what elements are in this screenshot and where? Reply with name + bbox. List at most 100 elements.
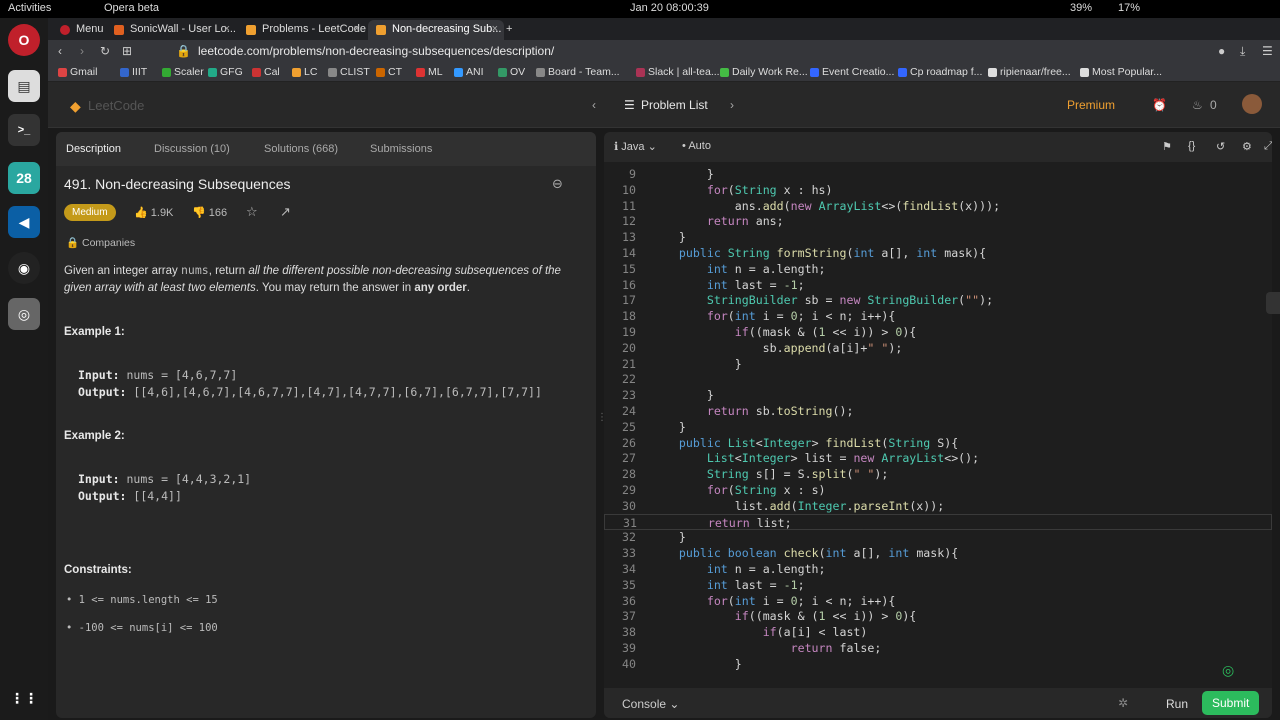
avatar[interactable] [1242,94,1262,114]
bookmark-item[interactable]: Board - Team... [536,66,620,78]
tab-non-decreasing[interactable]: Non-decreasing Sub... × [368,20,504,40]
code-line[interactable]: 20 sb.append(a[i]+" "); [604,340,1272,356]
code-line[interactable]: 19 if((mask & (1 << i)) > 0){ [604,324,1272,340]
expand-icon[interactable]: ⤢ [1264,140,1272,153]
bookmark-item[interactable]: OV [498,66,525,78]
share-icon[interactable]: ↗ [280,204,291,220]
code-line[interactable]: 40 } [604,656,1272,672]
vscode-icon[interactable]: ◀ [8,206,40,238]
code-line[interactable]: 15 int n = a.length; [604,261,1272,277]
tab-submissions[interactable]: Submissions [370,143,432,155]
bookmark-item[interactable]: LC [292,66,317,78]
language-select[interactable]: ℹ Java ⌄ [614,140,657,153]
code-line[interactable]: 9 } [604,166,1272,182]
code-line[interactable]: 10 for(String x : hs) [604,182,1272,198]
bookmark-item[interactable]: ANI [454,66,484,78]
code-line[interactable]: 33 public boolean check(int a[], int mas… [604,545,1272,561]
code-line[interactable]: 35 int last = -1; [604,577,1272,593]
activities-button[interactable]: Activities [8,2,51,14]
tab-sonicwall[interactable]: SonicWall - User Lo... × [106,20,236,40]
close-icon[interactable]: × [354,23,360,35]
code-line[interactable]: 22 [604,371,1272,387]
list-icon[interactable]: ☰ [624,98,635,112]
code-line[interactable]: 28 String s[] = S.split(" "); [604,466,1272,482]
code-line[interactable]: 26 public List<Integer> findList(String … [604,435,1272,451]
code-line[interactable]: 23 } [604,387,1272,403]
code-line[interactable]: 30 list.add(Integer.parseInt(x)); [604,498,1272,514]
code-line[interactable]: 32 } [604,529,1272,545]
bookmark-item[interactable]: Gmail [58,66,97,78]
tab-problems[interactable]: Problems - LeetCode × [238,20,366,40]
chat-icon[interactable]: ◎ [1222,662,1234,679]
back-icon[interactable]: ‹ [58,44,62,58]
obs-icon[interactable]: ◉ [8,252,40,284]
bookmark-item[interactable]: GFG [208,66,243,78]
tab-menu[interactable]: Menu [52,20,104,40]
console-toggle[interactable]: Console ⌄ [622,697,679,711]
premium-link[interactable]: Premium [1067,98,1115,112]
grid-icon[interactable]: ⊞ [122,44,132,58]
menu-icon[interactable]: ☰ [1262,44,1273,58]
close-icon[interactable]: × [224,23,230,35]
url-input[interactable]: leetcode.com/problems/non-decreasing-sub… [198,44,554,58]
bookmark-item[interactable]: IIIT [120,66,147,78]
fire-icon[interactable]: ♨ [1192,98,1203,112]
files-icon[interactable]: ▤ [8,70,40,102]
code-line[interactable]: 16 int last = -1; [604,277,1272,293]
bookmark-item[interactable]: ML [416,66,443,78]
mode-select[interactable]: • Auto [682,140,711,152]
close-icon[interactable]: × [492,23,498,35]
code-line[interactable]: 24 return sb.toString(); [604,403,1272,419]
bookmark-item[interactable]: Cp roadmap f... [898,66,982,78]
calendar-icon[interactable]: 28 [8,162,40,194]
bookmark-item[interactable]: Slack | all-tea... [636,66,720,78]
code-line[interactable]: 14 public String formString(int a[], int… [604,245,1272,261]
bookmark-item[interactable]: ripienaar/free... [988,66,1071,78]
star-icon[interactable]: ☆ [246,204,258,220]
timer-icon[interactable]: ⏰ [1152,98,1167,112]
code-line[interactable]: 27 List<Integer> list = new ArrayList<>(… [604,450,1272,466]
reset-icon[interactable]: ↺ [1216,140,1225,153]
code-line[interactable]: 13 } [604,229,1272,245]
leetcode-logo-icon[interactable]: ◆ [70,98,81,115]
code-line[interactable]: 25 } [604,419,1272,435]
account-icon[interactable]: ● [1218,44,1225,58]
tab-discussion[interactable]: Discussion (10) [154,143,230,155]
bookmark-item[interactable]: Daily Work Re... [720,66,808,78]
debug-icon[interactable]: ✲ [1118,696,1128,710]
code-line[interactable]: 12 return ans; [604,213,1272,229]
forward-icon[interactable]: › [80,44,84,58]
code-line[interactable]: 34 int n = a.length; [604,561,1272,577]
code-line[interactable]: 37 if((mask & (1 << i)) > 0){ [604,608,1272,624]
reload-icon[interactable]: ↻ [100,44,110,58]
code-line[interactable]: 39 return false; [604,640,1272,656]
braces-icon[interactable]: {} [1188,140,1195,152]
leetcode-logo[interactable]: LeetCode [88,98,144,113]
code-editor[interactable]: 9 } 10 for(String x : hs) 11 ans.add(new A… [604,164,1272,688]
problem-list-link[interactable]: Problem List [641,98,708,112]
like-button[interactable]: 👍 1.9K [134,206,173,219]
terminal-icon[interactable]: >_ [8,114,40,146]
companies-tag[interactable]: 🔒 Companies [66,236,135,249]
bookmark-icon[interactable]: ⚑ [1162,140,1172,153]
bookmark-item[interactable]: CT [376,66,402,78]
prev-problem-icon[interactable]: ‹ [592,98,596,112]
code-line[interactable]: 21 } [604,356,1272,372]
app-icon[interactable]: ◎ [8,298,40,330]
code-line[interactable]: 36 for(int i = 0; i < n; i++){ [604,593,1272,609]
code-line[interactable]: 17 StringBuilder sb = new StringBuilder(… [604,292,1272,308]
code-line[interactable]: 31 return list; [604,513,1272,530]
side-file-icon[interactable] [1266,292,1280,314]
clock[interactable]: Jan 20 08:00:39 [630,2,709,14]
code-line[interactable]: 29 for(String x : s) [604,482,1272,498]
code-line[interactable]: 18 for(int i = 0; i < n; i++){ [604,308,1272,324]
bookmark-item[interactable]: Scaler [162,66,204,78]
next-problem-icon[interactable]: › [730,98,734,112]
options-icon[interactable]: ⊖ [552,176,563,192]
code-line[interactable]: 11 ans.add(new ArrayList<>(findList(x)))… [604,198,1272,214]
bookmark-item[interactable]: Cal [252,66,280,78]
opera-icon[interactable]: O [8,24,40,56]
new-tab-button[interactable]: + [500,20,520,40]
bookmark-item[interactable]: Event Creatio... [810,66,894,78]
bookmark-item[interactable]: Most Popular... [1080,66,1162,78]
